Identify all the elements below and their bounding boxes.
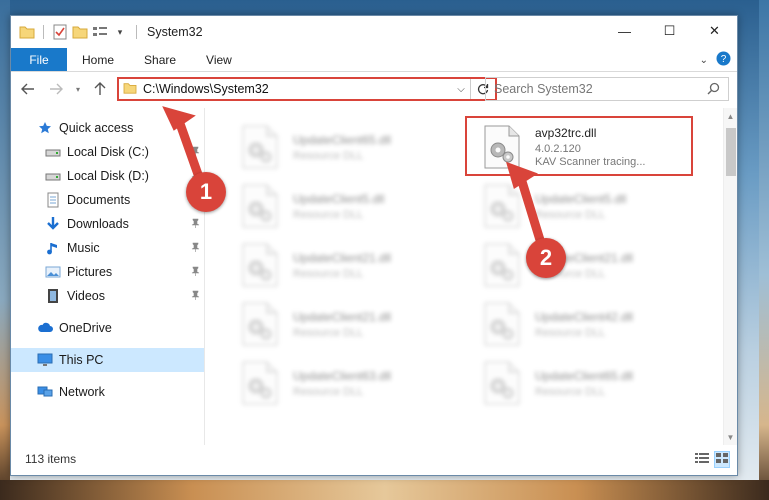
annotation-arrow-2 [506, 161, 545, 245]
callout-number-1: 1 [186, 172, 226, 212]
callout-number-2: 2 [526, 238, 566, 278]
